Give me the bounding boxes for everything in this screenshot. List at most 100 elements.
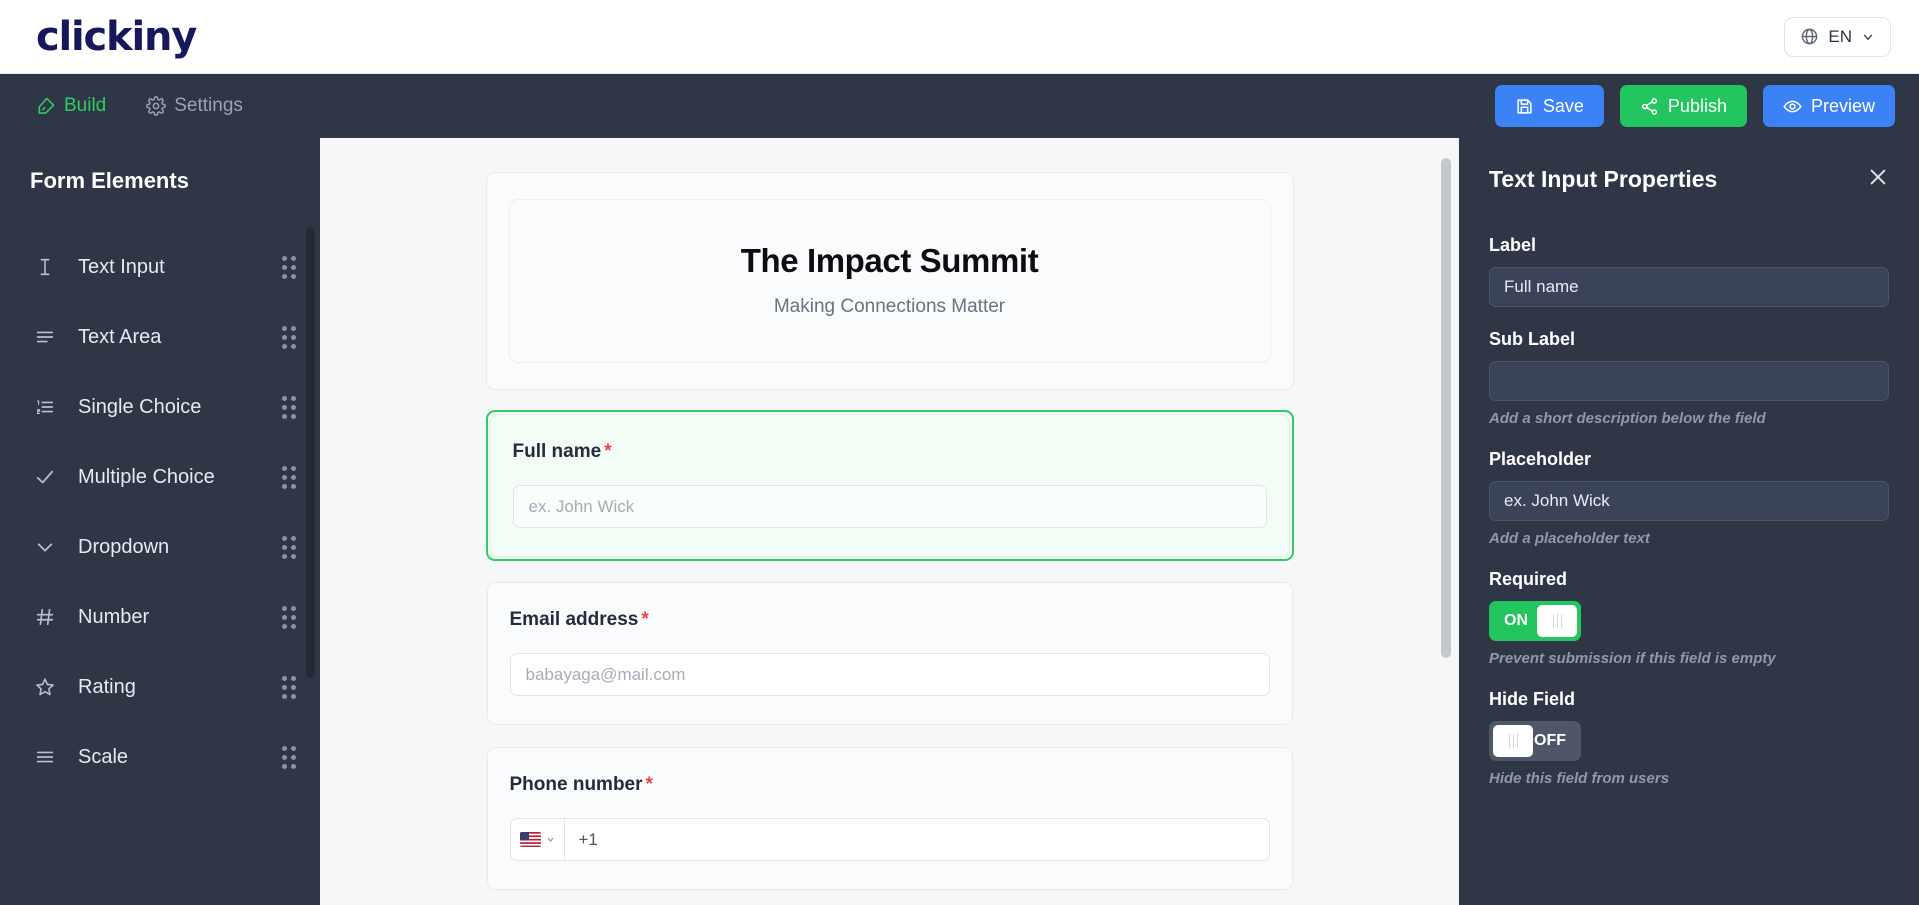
sidebar-item-scale[interactable]: Scale [0, 722, 320, 792]
save-button[interactable]: Save [1494, 85, 1604, 127]
sidebar-item-single-choice[interactable]: Single Choice [0, 372, 320, 442]
preview-button-label: Preview [1810, 95, 1875, 116]
property-placeholder-group: Placeholder Add a placeholder text [1489, 449, 1889, 547]
toggle-knob [1493, 725, 1533, 757]
field-label: Email address * [510, 609, 1270, 631]
app-root: clickiny EN Build Settings Save Publish … [0, 0, 1919, 905]
form-field-phone[interactable]: Phone number * +1 [486, 746, 1294, 891]
drag-handle-icon[interactable] [282, 605, 296, 629]
field-label: Phone number * [510, 774, 1270, 796]
share-icon [1640, 97, 1659, 116]
language-value: EN [1828, 26, 1852, 46]
save-floppy-icon [1515, 97, 1534, 116]
label-input[interactable] [1489, 267, 1889, 307]
field-label: Full name * [513, 441, 1267, 463]
tab-build-label: Build [64, 95, 107, 116]
sidebar-item-text-area[interactable]: Text Area [0, 302, 320, 372]
placeholder-input[interactable] [1489, 481, 1889, 521]
email-input[interactable]: babayaga@mail.com [509, 653, 1270, 696]
required-toggle[interactable]: ON [1489, 601, 1581, 641]
text-cursor-icon [34, 256, 60, 278]
sub-label-field-title: Sub Label [1489, 329, 1576, 349]
drag-handle-icon[interactable] [282, 325, 296, 349]
sidebar-item-label: Dropdown [78, 535, 170, 558]
drag-handle-icon[interactable] [282, 745, 296, 769]
drag-handle-icon[interactable] [282, 535, 296, 559]
publish-button-label: Publish [1667, 95, 1727, 116]
sidebar-item-label: Single Choice [78, 395, 202, 418]
sub-label-input[interactable] [1489, 361, 1889, 401]
properties-title: Text Input Properties [1489, 166, 1718, 192]
placeholder-hint: Add a placeholder text [1489, 530, 1650, 547]
label-field-title: Label [1489, 235, 1537, 255]
hide-field-hint: Hide this field from users [1489, 770, 1670, 787]
brand-bar: clickiny EN [0, 0, 1919, 74]
property-sub-label-group: Sub Label Add a short description below … [1489, 329, 1889, 427]
preview-button[interactable]: Preview [1762, 85, 1895, 127]
form-field-email[interactable]: Email address * babayaga@mail.com [486, 581, 1294, 726]
phone-country-code: +1 [578, 829, 598, 849]
canvas-scrollbar[interactable] [1441, 158, 1451, 658]
required-toggle-state: ON [1504, 612, 1528, 629]
field-label-text: Full name [512, 441, 602, 462]
form-canvas: The Impact Summit Making Connections Mat… [320, 138, 1459, 905]
sidebar-item-label: Scale [78, 745, 129, 768]
publish-button[interactable]: Publish [1619, 85, 1747, 127]
full-name-input[interactable]: ex. John Wick [512, 485, 1267, 528]
sidebar-item-rating[interactable]: Rating [0, 652, 320, 722]
form-sheet: The Impact Summit Making Connections Mat… [485, 172, 1294, 905]
sub-label-hint: Add a short description below the field [1489, 410, 1766, 427]
tab-settings[interactable]: Settings [146, 95, 243, 117]
chevron-down-icon [1861, 30, 1875, 44]
eye-icon [1783, 97, 1802, 116]
drag-handle-icon[interactable] [282, 465, 296, 489]
ordered-list-icon [34, 396, 60, 418]
form-title: The Impact Summit [740, 242, 1039, 279]
form-field-full-name[interactable]: Full name * ex. John Wick [485, 410, 1294, 561]
input-placeholder: ex. John Wick [528, 496, 635, 516]
form-header-inner: The Impact Summit Making Connections Mat… [508, 199, 1271, 363]
required-marker: * [604, 441, 612, 462]
toggle-knob [1537, 605, 1577, 637]
star-icon [34, 676, 60, 698]
sidebar-scrollbar[interactable] [306, 228, 315, 678]
property-required-group: Required ON Prevent submission if this f… [1489, 569, 1889, 667]
tab-build[interactable]: Build [36, 95, 106, 117]
close-icon[interactable] [1867, 166, 1889, 188]
hide-field-toggle[interactable]: OFF [1489, 721, 1581, 761]
required-hint: Prevent submission if this field is empt… [1489, 650, 1776, 667]
sidebar-item-text-input[interactable]: Text Input [0, 232, 320, 302]
language-selector[interactable]: EN [1784, 16, 1891, 57]
field-label-text: Email address [509, 609, 639, 630]
drag-handle-icon[interactable] [282, 675, 296, 699]
sidebar-item-number[interactable]: Number [0, 582, 320, 652]
sidebar-item-label: Rating [78, 675, 136, 698]
form-subtitle: Making Connections Matter [773, 296, 1006, 317]
field-card: Email address * babayaga@mail.com [486, 582, 1293, 725]
property-hide-field-group: Hide Field OFF Hide this field from user… [1489, 689, 1889, 787]
toolbar-actions: Save Publish Preview [1494, 85, 1895, 127]
sidebar-title: Form Elements [30, 168, 189, 193]
field-card: Full name * ex. John Wick [489, 414, 1290, 557]
phone-input-row[interactable]: +1 [509, 818, 1270, 861]
editor-toolbar: Build Settings Save Publish Preview [0, 74, 1919, 138]
editor-body: Form Elements Text Input Text Area Singl… [0, 138, 1919, 905]
hide-field-toggle-state: OFF [1534, 732, 1566, 749]
sidebar-item-multiple-choice[interactable]: Multiple Choice [0, 442, 320, 512]
country-code-selector[interactable] [511, 819, 565, 860]
app-logo: clickiny [36, 13, 197, 60]
form-header-card[interactable]: The Impact Summit Making Connections Mat… [485, 172, 1294, 390]
required-marker: * [641, 609, 649, 630]
hide-field-title: Hide Field [1489, 689, 1576, 709]
sidebar-item-label: Number [78, 605, 150, 628]
required-marker: * [645, 774, 653, 795]
save-button-label: Save [1542, 95, 1584, 116]
form-elements-sidebar: Form Elements Text Input Text Area Singl… [0, 138, 320, 905]
hash-icon [34, 606, 60, 628]
form-elements-list: Text Input Text Area Single Choice Multi… [0, 232, 320, 792]
drag-handle-icon[interactable] [282, 395, 296, 419]
check-icon [34, 466, 60, 488]
gear-icon [146, 96, 167, 116]
drag-handle-icon[interactable] [282, 255, 296, 279]
sidebar-item-dropdown[interactable]: Dropdown [0, 512, 320, 582]
